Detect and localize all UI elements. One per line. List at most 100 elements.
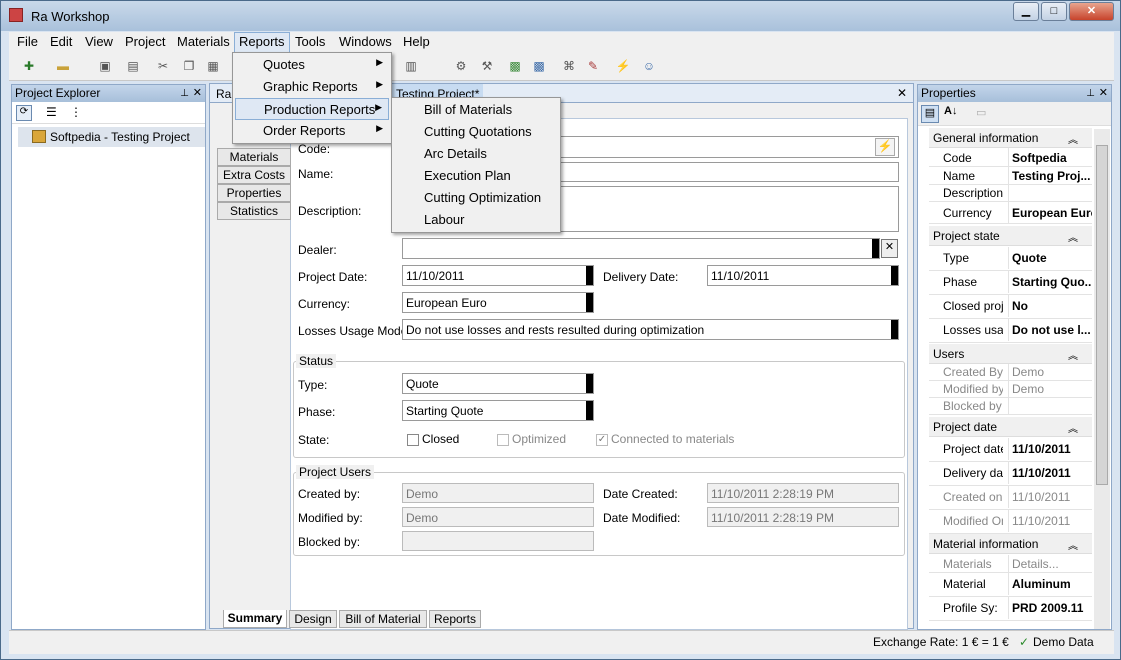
prop-blocked-by[interactable]: Blocked by	[929, 398, 1092, 415]
menu-windows[interactable]: Windows	[335, 34, 396, 49]
collapse-icon[interactable]: ︽	[1068, 131, 1078, 146]
properties-scrollbar[interactable]	[1094, 129, 1110, 629]
scroll-thumb[interactable]	[1096, 145, 1108, 485]
list-icon[interactable]: ☰	[46, 105, 57, 119]
cut-icon[interactable]: ✂	[155, 58, 171, 74]
tree-item[interactable]: Softpedia - Testing Project	[18, 127, 205, 147]
menu-file[interactable]: File	[13, 34, 42, 49]
open-folder-icon[interactable]: ▬	[55, 58, 71, 74]
prop-materials[interactable]: Materials Details...	[929, 555, 1092, 573]
category-material[interactable]: Material information ︽	[929, 534, 1092, 554]
prop-type[interactable]: Type Quote	[929, 247, 1092, 271]
side-tab-materials[interactable]: Materials	[217, 148, 291, 166]
close-button[interactable]: ✕	[1069, 2, 1114, 21]
menu-item-production-reports[interactable]: Production Reports ▶	[235, 98, 389, 120]
menu-item-quotes[interactable]: Quotes ▶	[235, 54, 389, 76]
phase-select[interactable]: Starting Quote	[402, 400, 594, 421]
prop-name[interactable]: Name Testing Proj...	[929, 167, 1092, 185]
lightning-icon[interactable]: ⚡	[615, 58, 631, 74]
close-icon[interactable]: ✕	[1099, 85, 1108, 102]
prop-modified-by[interactable]: Modified by Demo	[929, 381, 1092, 398]
add-material-icon[interactable]: ▩	[507, 58, 523, 74]
dropdown-arrow-icon[interactable]	[586, 401, 593, 420]
refresh-icon[interactable]: ⟳	[16, 105, 32, 121]
report-icon[interactable]: ▥	[403, 58, 419, 74]
pin-icon[interactable]: ⊥	[180, 85, 189, 102]
collapse-icon[interactable]: ︽	[1068, 347, 1078, 362]
doc-close-icon[interactable]: ✕	[897, 86, 907, 100]
project-date-picker[interactable]: 11/10/2011	[402, 265, 594, 286]
tab-bill-of-material[interactable]: Bill of Material	[339, 610, 427, 628]
menu-item-labour[interactable]: Labour	[394, 209, 464, 231]
name-input[interactable]	[559, 162, 899, 182]
type-select[interactable]: Quote	[402, 373, 594, 394]
close-icon[interactable]: ✕	[193, 85, 202, 102]
menu-item-graphic-reports[interactable]: Graphic Reports ▶	[235, 76, 389, 98]
collapse-icon[interactable]: ︽	[1068, 420, 1078, 435]
menu-tools[interactable]: Tools	[291, 34, 329, 49]
property-pages-icon[interactable]: ▭	[976, 106, 986, 119]
tab-design[interactable]: Design	[289, 610, 337, 628]
category-general[interactable]: General information ︽	[929, 128, 1092, 148]
maximize-button[interactable]: □	[1041, 2, 1067, 21]
tab-reports[interactable]: Reports	[429, 610, 481, 628]
prop-profile-system[interactable]: Profile Sy: PRD 2009.11	[929, 597, 1092, 621]
prop-material[interactable]: Material Aluminum	[929, 573, 1092, 597]
categorized-icon[interactable]: ▤	[921, 105, 939, 123]
save-all-icon[interactable]: ▤	[125, 58, 141, 74]
edit-icon[interactable]: ✎	[585, 58, 601, 74]
prop-created-on[interactable]: Created on 11/10/2011	[929, 486, 1092, 510]
tab-short[interactable]: Ra	[216, 87, 231, 101]
sort-alpha-icon[interactable]: A↓	[944, 105, 957, 117]
prop-currency[interactable]: Currency European Euro	[929, 202, 1092, 224]
collapse-icon[interactable]: ︽	[1068, 537, 1078, 552]
menu-item-cutting-optimization[interactable]: Cutting Optimization	[394, 187, 541, 209]
menu-materials[interactable]: Materials	[173, 34, 234, 49]
dropdown-arrow-icon[interactable]	[586, 293, 593, 312]
menu-view[interactable]: View	[81, 34, 117, 49]
menu-item-order-reports[interactable]: Order Reports ▶	[235, 120, 389, 142]
losses-select[interactable]: Do not use losses and rests resulted dur…	[402, 319, 899, 340]
prop-project-date[interactable]: Project date 11/10/2011	[929, 438, 1092, 462]
tool-icon[interactable]: ⚒	[479, 58, 495, 74]
prop-description[interactable]: Description	[929, 185, 1092, 202]
tree-icon[interactable]: ⌘	[561, 58, 577, 74]
users-icon[interactable]: ☺	[641, 58, 657, 74]
currency-select[interactable]: European Euro	[402, 292, 594, 313]
side-tab-extra-costs[interactable]: Extra Costs	[217, 166, 291, 184]
code-input[interactable]	[559, 136, 899, 158]
side-tab-statistics[interactable]: Statistics	[217, 202, 291, 220]
tree-view-icon[interactable]: ⋮	[70, 105, 82, 119]
menu-item-execution-plan[interactable]: Execution Plan	[394, 165, 511, 187]
dropdown-arrow-icon[interactable]	[891, 266, 898, 285]
settings-icon[interactable]: ⚙	[453, 58, 469, 74]
dropdown-arrow-icon[interactable]	[872, 239, 879, 258]
menu-edit[interactable]: Edit	[46, 34, 76, 49]
dropdown-arrow-icon[interactable]	[891, 320, 898, 339]
prop-closed[interactable]: Closed projeNo	[929, 295, 1092, 319]
menu-reports[interactable]: Reports	[234, 32, 290, 53]
tab-summary[interactable]: Summary	[223, 610, 287, 628]
menu-item-cutting-quotations[interactable]: Cutting Quotations	[394, 121, 532, 143]
category-project-date[interactable]: Project date ︽	[929, 417, 1092, 437]
copy-icon[interactable]: ❐	[181, 58, 197, 74]
prop-delivery-date[interactable]: Delivery dat 11/10/2011	[929, 462, 1092, 486]
minimize-button[interactable]: ▁	[1013, 2, 1039, 21]
pin-icon[interactable]: ⊥	[1086, 85, 1095, 102]
new-icon[interactable]: ✚	[21, 58, 37, 74]
dealer-select[interactable]	[402, 238, 880, 259]
prop-code[interactable]: Code Softpedia	[929, 148, 1092, 167]
prop-phase[interactable]: Phase Starting Quo...	[929, 271, 1092, 295]
save-icon[interactable]: ▣	[97, 58, 113, 74]
menu-item-arc-details[interactable]: Arc Details	[394, 143, 487, 165]
paste-icon[interactable]: ▦	[205, 58, 221, 74]
prop-created-by[interactable]: Created By Demo	[929, 364, 1092, 381]
prop-modified-on[interactable]: Modified On 11/10/2011	[929, 510, 1092, 534]
menu-item-bill-of-materials[interactable]: Bill of Materials	[394, 99, 512, 121]
category-users[interactable]: Users ︽	[929, 344, 1092, 364]
menu-project[interactable]: Project	[121, 34, 169, 49]
closed-checkbox[interactable]: Closed	[407, 432, 459, 446]
delivery-date-picker[interactable]: 11/10/2011	[707, 265, 899, 286]
prop-losses[interactable]: Losses usagDo not use l...	[929, 319, 1092, 343]
material-icon[interactable]: ▩	[531, 58, 547, 74]
